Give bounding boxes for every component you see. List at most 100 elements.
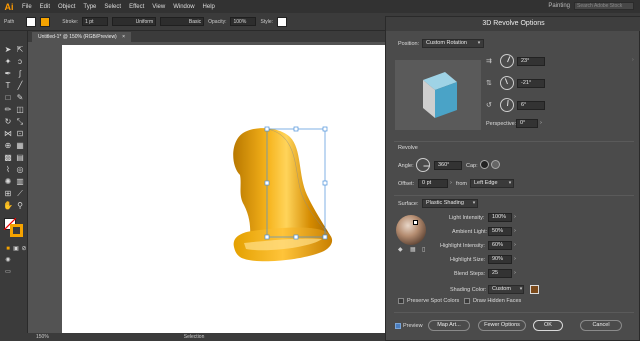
chevron-right-icon[interactable]: › — [512, 213, 518, 222]
paintbrush-icon[interactable]: ✎ — [15, 93, 25, 103]
line-tool-icon[interactable]: ╱ — [15, 81, 25, 91]
new-light-icon[interactable]: ▦ — [410, 246, 416, 253]
opacity-label: Opacity: — [208, 18, 227, 25]
menu-object[interactable]: Object — [54, 4, 79, 10]
angle-dial[interactable] — [416, 158, 430, 172]
lasso-icon[interactable]: ↄ — [15, 57, 25, 67]
rotate-z-field[interactable]: 6° — [517, 101, 545, 110]
cancel-button[interactable]: Cancel — [580, 320, 622, 331]
menu-edit[interactable]: Edit — [36, 4, 54, 10]
fill-color-swatch[interactable] — [40, 16, 51, 27]
ambient-light-field[interactable]: 50% — [488, 227, 512, 236]
rectangle-tool-icon[interactable]: □ — [3, 93, 13, 103]
light-source-handle[interactable] — [413, 220, 418, 225]
rotate-y-field[interactable]: -21° — [517, 79, 545, 88]
draw-hidden-checkbox[interactable] — [464, 298, 470, 304]
chevron-right-icon[interactable]: › — [632, 57, 637, 63]
scale-tool-icon[interactable]: ⤡ — [15, 117, 25, 127]
menu-file[interactable]: File — [18, 4, 36, 10]
draw-mode-icon[interactable]: ◉ — [3, 255, 13, 265]
rotate-x-field[interactable]: 23° — [517, 57, 545, 66]
chevron-right-icon[interactable]: › — [512, 269, 518, 278]
cap-off-icon[interactable] — [491, 160, 500, 169]
perspective-field[interactable]: 0° — [516, 119, 538, 128]
mesh-tool-icon[interactable]: ▩ — [3, 153, 13, 163]
workspace-switcher[interactable]: Painting — [548, 3, 570, 9]
free-transform-icon[interactable]: ⊡ — [15, 129, 25, 139]
selection-tool-icon[interactable]: ➤ — [3, 45, 13, 55]
stroke-box[interactable] — [10, 224, 23, 237]
graph-tool-icon[interactable]: ▥ — [15, 177, 25, 187]
brush-definition[interactable]: Basic — [160, 17, 205, 26]
document-tab[interactable]: Untitled-1* @ 150% (RGB/Preview) × — [32, 32, 132, 42]
pencil-icon[interactable]: ✏ — [3, 105, 13, 115]
fewer-options-button[interactable]: Fewer Options — [478, 320, 526, 331]
offset-field[interactable]: 0 pt — [418, 179, 448, 188]
light-intensity-field[interactable]: 100% — [488, 213, 512, 222]
perspective-grid-icon[interactable]: ▦ — [15, 141, 25, 151]
chevron-right-icon[interactable]: › — [538, 119, 544, 128]
variable-width-profile[interactable]: Uniform — [112, 17, 157, 26]
highlight-intensity-field[interactable]: 60% — [488, 241, 512, 250]
close-icon[interactable]: × — [122, 34, 125, 40]
slice-tool-icon[interactable]: ⟋ — [15, 189, 25, 199]
ok-button[interactable]: OK — [533, 320, 563, 331]
surface-dropdown[interactable]: Plastic Shading — [422, 199, 478, 208]
blend-tool-icon[interactable]: ◎ — [15, 165, 25, 175]
gradient-tool-icon[interactable]: ▤ — [15, 153, 25, 163]
tools-panel: ➤ ⇱ ✦ ↄ ✒ ∫ T ╱ □ ✎ ✏ ◫ ↻ ⤡ ⋈ ⊡ ⊕ ▦ ▩ ▤ … — [0, 31, 28, 333]
move-light-back-icon[interactable]: ◆ — [398, 246, 403, 253]
lighting-sphere[interactable] — [396, 215, 426, 245]
angle-field[interactable]: 360° — [434, 161, 462, 170]
menu-view[interactable]: View — [148, 4, 169, 10]
menu-effect[interactable]: Effect — [125, 4, 148, 10]
menu-type[interactable]: Type — [79, 4, 100, 10]
rotate-tool-icon[interactable]: ↻ — [3, 117, 13, 127]
position-dropdown[interactable]: Custom Rotation — [422, 39, 484, 48]
artboard[interactable] — [62, 45, 385, 333]
eraser-icon[interactable]: ◫ — [15, 105, 25, 115]
pen-tool-icon[interactable]: ✒ — [3, 69, 13, 79]
chevron-right-icon[interactable]: › — [512, 241, 518, 250]
chevron-right-icon[interactable]: › — [512, 227, 518, 236]
bell-artwork[interactable] — [62, 45, 385, 333]
menu-window[interactable]: Window — [169, 4, 198, 10]
artboard-tool-icon[interactable]: ⊞ — [3, 189, 13, 199]
zoom-level[interactable]: 150% — [36, 334, 49, 340]
graphic-style-swatch[interactable] — [277, 16, 287, 27]
stock-search-input[interactable]: Search Adobe Stock — [574, 2, 634, 10]
shading-color-swatch[interactable] — [530, 285, 539, 294]
delete-light-icon[interactable]: ▯ — [422, 246, 425, 253]
chevron-right-icon[interactable]: › — [512, 255, 518, 264]
hand-tool-icon[interactable]: ✋ — [3, 201, 13, 211]
screen-mode-icon[interactable]: ▭ — [3, 267, 13, 277]
shape-builder-icon[interactable]: ⊕ — [3, 141, 13, 151]
rotation-track-cube[interactable] — [395, 60, 481, 130]
chevron-right-icon[interactable]: › — [448, 179, 454, 188]
opacity-field[interactable]: 100% — [230, 17, 257, 26]
type-tool-icon[interactable]: T — [3, 81, 13, 91]
width-tool-icon[interactable]: ⋈ — [3, 129, 13, 139]
symbol-sprayer-icon[interactable]: ✺ — [3, 177, 13, 187]
rotate-z-dial[interactable] — [500, 98, 514, 112]
preview-checkbox[interactable] — [395, 323, 401, 329]
magic-wand-icon[interactable]: ✦ — [3, 57, 13, 67]
cap-on-icon[interactable] — [480, 160, 489, 169]
light-intensity-label: Light Intensity: — [449, 215, 485, 221]
menu-select[interactable]: Select — [100, 4, 125, 10]
menu-help[interactable]: Help — [199, 4, 219, 10]
map-art-button[interactable]: Map Art... — [428, 320, 470, 331]
curvature-tool-icon[interactable]: ∫ — [15, 69, 25, 79]
direct-selection-tool-icon[interactable]: ⇱ — [15, 45, 25, 55]
highlight-size-field[interactable]: 90% — [488, 255, 512, 264]
separator — [394, 141, 634, 142]
blend-steps-field[interactable]: 25 — [488, 269, 512, 278]
preserve-spot-checkbox[interactable] — [398, 298, 404, 304]
fill-none-swatch[interactable] — [26, 16, 37, 27]
stroke-weight-field[interactable]: 1 pt — [82, 17, 109, 26]
rotate-y-dial[interactable] — [500, 76, 514, 90]
rotate-x-dial[interactable] — [500, 54, 514, 68]
draw-hidden-label: Draw Hidden Faces — [473, 298, 522, 304]
eyedropper-icon[interactable]: ⌇ — [3, 165, 13, 175]
zoom-tool-icon[interactable]: ⚲ — [15, 201, 25, 211]
